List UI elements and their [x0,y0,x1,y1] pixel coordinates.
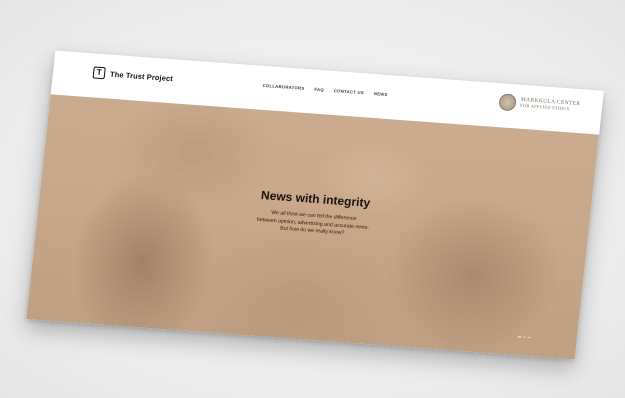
photo-background: T The Trust Project COLLABORATORS FAQ CO… [0,0,625,398]
partner-text: MARKKULA CENTER FOR APPLIED ETHICS [520,97,581,113]
carousel-dot[interactable] [522,336,526,338]
partner-logo[interactable]: MARKKULA CENTER FOR APPLIED ETHICS [498,93,581,116]
nav-item-contact-us[interactable]: CONTACT US [334,88,365,95]
nav-item-news[interactable]: NEWS [374,91,388,97]
nav-item-collaborators[interactable]: COLLABORATORS [262,83,304,91]
carousel-dot[interactable] [527,336,531,339]
trust-project-logo-icon: T [92,66,106,80]
nav-item-faq[interactable]: FAQ [314,87,324,93]
hero-banner: News with integrity We all think we can … [26,94,600,360]
carousel-dot[interactable] [517,335,521,338]
main-nav: COLLABORATORS FAQ CONTACT US NEWS [262,83,388,97]
site-name: The Trust Project [109,69,174,83]
logo-mark: T [96,67,103,77]
seal-icon [498,93,518,112]
site-logo[interactable]: T The Trust Project [92,66,174,84]
website-screenshot: T The Trust Project COLLABORATORS FAQ CO… [26,50,604,360]
